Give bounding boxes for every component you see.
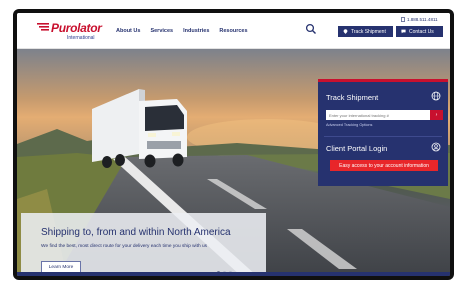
- tracking-number-input[interactable]: [326, 110, 430, 120]
- monitor-frame: Purolator International About Us Service…: [0, 0, 463, 286]
- chat-icon: [401, 29, 406, 34]
- header-contact-button[interactable]: Contact Us: [396, 26, 443, 37]
- hero-subtitle: We find the best, most direct route for …: [41, 244, 208, 249]
- hero-title: Shipping to, from and within North Ameri…: [41, 227, 231, 238]
- track-panel-title: Track Shipment: [326, 93, 379, 102]
- nav-services[interactable]: Services: [150, 28, 173, 34]
- panel-divider: [324, 136, 442, 137]
- track-submit-button[interactable]: ›: [430, 110, 443, 120]
- client-portal-button[interactable]: Easy access to your account information: [330, 160, 438, 171]
- main-nav: About Us Services Industries Resources: [116, 28, 248, 34]
- phone-text: 1.888.511.4811: [407, 17, 438, 22]
- search-icon[interactable]: [305, 23, 317, 35]
- track-shipment-panel: Track Shipment › Advanced Tracking Optio…: [318, 79, 448, 186]
- logo-speed-lines-icon: [37, 23, 49, 31]
- nav-industries[interactable]: Industries: [183, 28, 209, 34]
- learn-more-label: Learn More: [48, 264, 74, 270]
- client-portal-button-label: Easy access to your account information: [339, 162, 429, 169]
- hero-banner: Track Shipment › Advanced Tracking Optio…: [17, 49, 450, 276]
- purolator-logo[interactable]: Purolator International: [37, 21, 103, 43]
- nav-about-us[interactable]: About Us: [116, 28, 140, 34]
- hero-caption: Shipping to, from and within North Ameri…: [21, 213, 266, 276]
- monitor-screen: Purolator International About Us Service…: [13, 9, 454, 280]
- globe-icon: [431, 91, 441, 101]
- nav-resources[interactable]: Resources: [219, 28, 247, 34]
- phone-icon: [401, 17, 405, 22]
- footer-bar: [17, 272, 450, 276]
- logo-subtitle: International: [67, 35, 95, 41]
- site-header: Purolator International About Us Service…: [17, 13, 450, 49]
- header-contact-label: Contact Us: [409, 28, 434, 35]
- client-portal-title: Client Portal Login: [326, 144, 388, 153]
- user-icon: [431, 142, 441, 152]
- browser-viewport: Purolator International About Us Service…: [17, 13, 450, 276]
- phone-number[interactable]: 1.888.511.4811: [401, 17, 438, 22]
- location-pin-icon: [343, 29, 348, 34]
- header-track-shipment-button[interactable]: Track Shipment: [338, 26, 393, 37]
- track-submit-chevron-icon: ›: [435, 112, 438, 118]
- logo-wordmark: Purolator: [51, 21, 102, 35]
- advanced-tracking-link[interactable]: Advanced Tracking Options: [326, 123, 372, 127]
- header-track-label: Track Shipment: [351, 28, 386, 35]
